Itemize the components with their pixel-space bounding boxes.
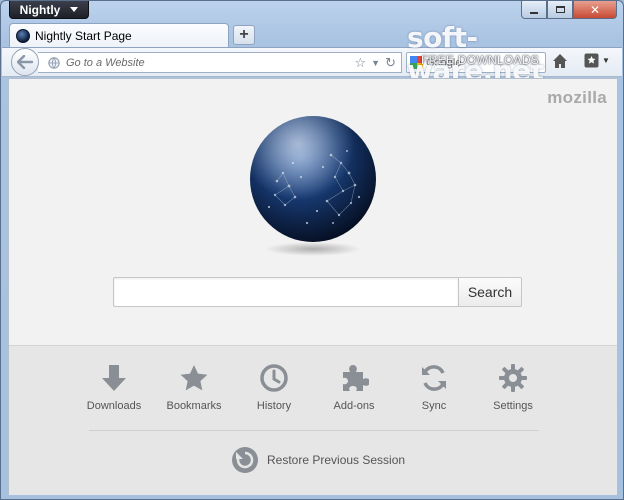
globe-icon (48, 56, 60, 69)
search-button[interactable]: Search (458, 277, 522, 307)
bookmarks-menu-button[interactable]: ▼ (584, 53, 610, 68)
search-bar[interactable]: Google (406, 52, 546, 73)
start-page-search-input[interactable] (113, 277, 458, 307)
navigation-toolbar: Go to a Website ☆ ▼ ↻ Google ▼ (2, 47, 622, 77)
close-icon: ✕ (589, 2, 601, 17)
launcher-label: Settings (493, 400, 533, 412)
launcher-divider (89, 430, 539, 431)
url-bar[interactable]: Go to a Website ☆ ▼ ↻ (38, 52, 402, 73)
app-menu-button[interactable]: Nightly (9, 1, 89, 19)
minimize-icon (530, 11, 538, 14)
start-page: mozilla Search Downloads Bookmarks Histo… (8, 78, 618, 495)
browser-window: Nightly ✕ Nightly Start Page + Go to a W… (0, 0, 624, 500)
launcher-bookmarks[interactable]: Bookmarks (154, 360, 234, 412)
chevron-down-icon (70, 7, 79, 12)
restore-session-button[interactable]: Restore Previous Session (231, 446, 405, 474)
launcher-label: Sync (421, 400, 447, 412)
launcher-label: Add-ons (333, 400, 375, 412)
launcher-add-ons[interactable]: Add-ons (314, 360, 394, 412)
download-arrow-icon (102, 365, 126, 391)
restore-session-icon (232, 447, 258, 473)
sync-icon (422, 365, 446, 391)
launcher-settings[interactable]: Settings (473, 360, 553, 412)
start-page-search: Search (113, 277, 522, 307)
nightly-globe-logo (247, 111, 379, 261)
window-controls: ✕ (521, 1, 617, 19)
gear-icon (499, 364, 527, 392)
launcher-history[interactable]: History (234, 360, 314, 412)
maximize-icon (555, 6, 565, 13)
star-icon (180, 365, 208, 391)
puzzle-piece-icon (343, 365, 369, 391)
clock-icon (260, 364, 288, 392)
dropdown-arrow-icon[interactable]: ▼ (371, 58, 380, 68)
search-bar-input[interactable]: Google (426, 57, 461, 69)
launcher-label: Downloads (86, 400, 142, 412)
restore-session-label: Restore Previous Session (267, 453, 406, 467)
app-menu-label: Nightly (19, 2, 61, 17)
back-arrow-icon (17, 55, 33, 69)
bookmarks-dropdown-icon: ▼ (602, 56, 610, 65)
url-input[interactable]: Go to a Website (66, 57, 145, 69)
home-icon[interactable] (552, 53, 568, 69)
launcher-items: Downloads Bookmarks History Add-ons Sync… (9, 360, 617, 440)
minimize-button[interactable] (521, 1, 547, 19)
launcher-panel: Downloads Bookmarks History Add-ons Sync… (9, 345, 617, 495)
plus-icon: + (239, 26, 249, 43)
tab-nightly-start-page[interactable]: Nightly Start Page (9, 23, 229, 47)
url-bar-actions: ☆ ▼ ↻ (355, 55, 396, 71)
reload-icon[interactable]: ↻ (385, 55, 396, 71)
globe-logo-icon (250, 116, 376, 256)
maximize-button[interactable] (547, 1, 573, 19)
bookmarks-icon (584, 53, 599, 68)
new-tab-button[interactable]: + (233, 25, 255, 45)
launcher-label: History (256, 400, 292, 412)
launcher-sync[interactable]: Sync (394, 360, 474, 412)
launcher-downloads[interactable]: Downloads (74, 360, 154, 412)
back-button[interactable] (11, 48, 39, 76)
close-button[interactable]: ✕ (573, 1, 617, 19)
mozilla-brand: mozilla (547, 88, 607, 107)
bookmark-star-icon[interactable]: ☆ (355, 55, 367, 71)
google-icon[interactable] (410, 56, 423, 69)
tab-label: Nightly Start Page (35, 28, 132, 43)
nightly-favicon-icon (16, 28, 30, 43)
launcher-label: Bookmarks (166, 400, 222, 412)
